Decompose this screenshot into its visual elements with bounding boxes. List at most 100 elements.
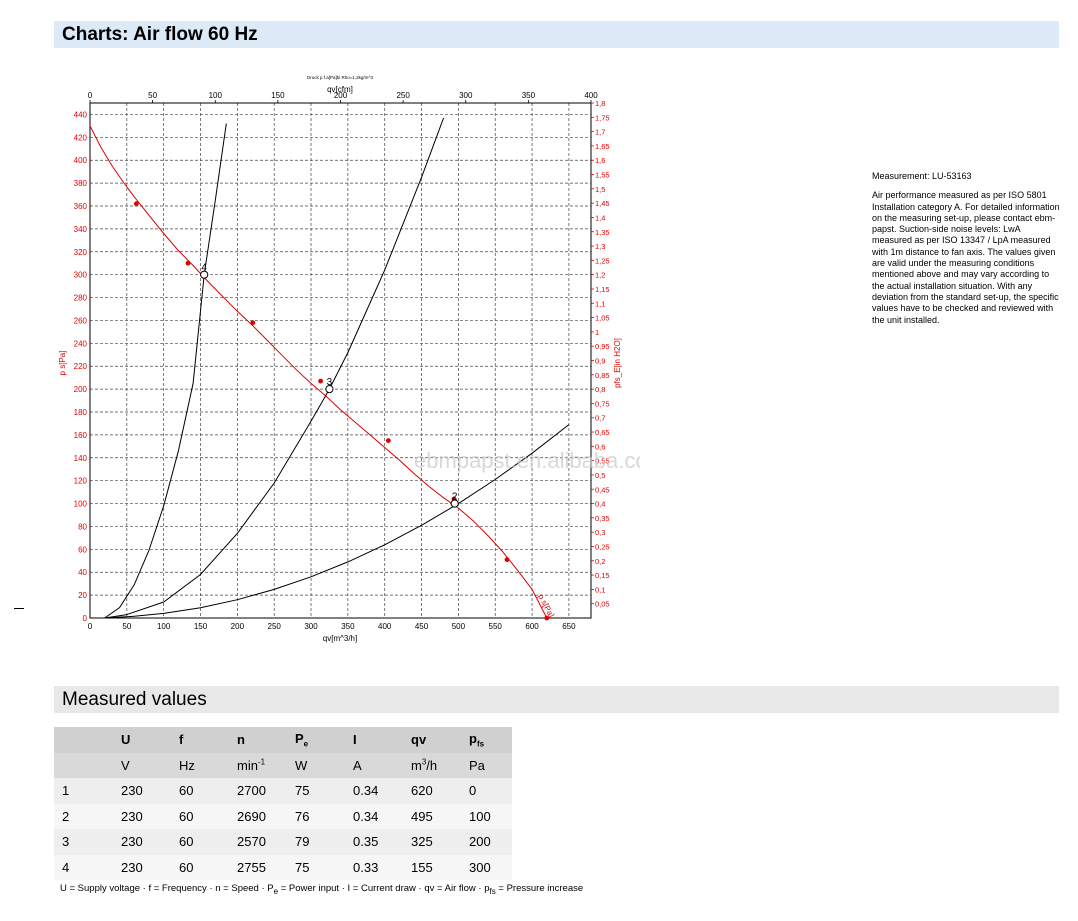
operating-point-label: 4 bbox=[201, 263, 207, 274]
y-right-tick-label: 0,3 bbox=[595, 528, 605, 537]
table-cell: 620 bbox=[403, 778, 461, 804]
y-tick-label: 200 bbox=[74, 385, 88, 394]
series-marker bbox=[318, 378, 324, 384]
y-tick-label: 320 bbox=[74, 248, 88, 257]
power-symbol: Pe bbox=[295, 730, 309, 749]
measurement-description: Air performance measured as per ISO 5801… bbox=[872, 190, 1060, 325]
table-cell: 155 bbox=[403, 854, 461, 880]
series-marker bbox=[134, 201, 139, 207]
table-cell: 325 bbox=[403, 829, 461, 855]
y-right-tick-label: 0,15 bbox=[595, 571, 610, 580]
y-tick-label: 220 bbox=[74, 362, 88, 371]
table-cell: 2755 bbox=[229, 854, 287, 880]
measurement-id: Measurement: LU-53163 bbox=[872, 171, 972, 181]
y-right-tick-label: 1,5 bbox=[595, 185, 605, 194]
table-cell: 75 bbox=[287, 778, 345, 804]
y-right-tick-label: 1,1 bbox=[595, 299, 605, 308]
unit-cell bbox=[54, 752, 113, 778]
unit-cell: Hz bbox=[171, 752, 229, 778]
x-tick-label: 100 bbox=[157, 622, 171, 631]
x-tick-label: 150 bbox=[194, 622, 208, 631]
y-right-tick-label: 0,4 bbox=[595, 500, 605, 509]
y-right-tick-label: 1,2 bbox=[595, 271, 605, 280]
x-top-tick-label: 0 bbox=[88, 91, 93, 100]
x-tick-label: 450 bbox=[415, 622, 429, 631]
x-top-tick-label: 150 bbox=[271, 91, 285, 100]
table-cell: 60 bbox=[171, 778, 229, 804]
series-marker bbox=[385, 438, 391, 444]
chart-caption: Druck p f.a[Pa]bi Rho=1,2kg/m^3 bbox=[307, 75, 374, 80]
operating-point-label: 3 bbox=[327, 377, 333, 388]
table-cell: 2690 bbox=[229, 803, 287, 829]
measured-section-title: Measured values bbox=[62, 689, 207, 710]
unit-cell: Pa bbox=[461, 752, 512, 778]
x-tick-label: 650 bbox=[562, 622, 576, 631]
chart-grid bbox=[90, 103, 591, 618]
measured-values-table: U f n Pe I qv pfs V Hz min-1 W A m3/h Pa… bbox=[54, 727, 512, 880]
y-tick-label: 40 bbox=[78, 568, 87, 577]
unit-cell: min-1 bbox=[229, 752, 287, 778]
y-right-tick-label: 1,35 bbox=[595, 228, 610, 237]
series-line bbox=[89, 125, 548, 619]
y-right-tick-label: 1,55 bbox=[595, 171, 610, 180]
table-cell: 200 bbox=[461, 829, 512, 855]
flow-unit: m3/h bbox=[411, 757, 438, 773]
y-axis-label: p s[Pa] bbox=[58, 351, 67, 376]
y-right-tick-label: 0,8 bbox=[595, 385, 605, 394]
x-tick-label: 600 bbox=[525, 622, 539, 631]
y-right-tick-label: 0,2 bbox=[595, 557, 605, 566]
y-right-tick-label: 0,75 bbox=[595, 399, 610, 408]
table-cell: 79 bbox=[287, 829, 345, 855]
y-tick-label: 20 bbox=[78, 591, 87, 600]
x-tick-label: 500 bbox=[452, 622, 466, 631]
chart-axes bbox=[89, 102, 592, 619]
y-right-tick-label: 1,45 bbox=[595, 199, 610, 208]
header-cell: n bbox=[229, 727, 287, 753]
table-cell: 2 bbox=[54, 803, 113, 829]
table-cell: 60 bbox=[171, 829, 229, 855]
y-right-tick-label: 0,25 bbox=[595, 542, 610, 551]
x-tick-label: 250 bbox=[268, 622, 282, 631]
table-units-row: V Hz min-1 W A m3/h Pa bbox=[54, 752, 512, 778]
y-right-tick-label: 1 bbox=[595, 328, 599, 337]
series-marker bbox=[185, 260, 191, 266]
y-tick-label: 380 bbox=[74, 179, 88, 188]
x-tick-label: 0 bbox=[88, 622, 93, 631]
table-cell: 0.34 bbox=[345, 778, 403, 804]
chart-series bbox=[89, 117, 570, 621]
y-tick-label: 400 bbox=[74, 156, 88, 165]
air-flow-chart: 0 50 100 150 200 250 300 350 400 450 500 550 600 6500… bbox=[58, 75, 640, 643]
operating-point-label: 2 bbox=[452, 492, 458, 503]
abbreviation-legend: U = Supply voltage · f = Frequency · n =… bbox=[60, 883, 583, 896]
table-cell: 1 bbox=[54, 778, 113, 804]
x-tick-label: 400 bbox=[378, 622, 392, 631]
series-marker bbox=[504, 557, 510, 563]
header-cell: Pe bbox=[287, 727, 345, 753]
table-body: 1 230 60 2700 75 0.34 620 0 2 230 60 2690 76 0.34 495 1… bbox=[54, 778, 512, 880]
table-row: 1 230 60 2700 75 0.34 620 0 bbox=[54, 778, 512, 804]
y-tick-label: 420 bbox=[74, 133, 88, 142]
table-row: 4 230 60 2755 75 0.33 155 300 bbox=[54, 854, 512, 880]
y-tick-label: 240 bbox=[74, 339, 88, 348]
table-cell: 2570 bbox=[229, 829, 287, 855]
y-right-tick-label: 0,9 bbox=[595, 357, 605, 366]
x-top-axis-label: qv[cfm] bbox=[327, 85, 353, 94]
y-right-tick-label: 0,65 bbox=[595, 428, 610, 437]
header-cell: pfs bbox=[461, 727, 512, 753]
series-marker bbox=[250, 320, 256, 326]
curve-label: p s[Pa] bbox=[536, 593, 556, 619]
x-tick-label: 550 bbox=[489, 622, 503, 631]
table-cell: 0.33 bbox=[345, 854, 403, 880]
watermark: ebmpapst.en.alibaba.com bbox=[414, 448, 640, 473]
header-cell: I bbox=[345, 727, 403, 753]
table-cell: 0.34 bbox=[345, 803, 403, 829]
y-right-tick-label: 0,35 bbox=[595, 514, 610, 523]
y-right-tick-label: 0,1 bbox=[595, 585, 605, 594]
table-cell: 75 bbox=[287, 854, 345, 880]
table-cell: 2700 bbox=[229, 778, 287, 804]
x-tick-label: 300 bbox=[304, 622, 318, 631]
table-cell: 0.35 bbox=[345, 829, 403, 855]
y-tick-label: 60 bbox=[78, 545, 87, 554]
header-cell: f bbox=[171, 727, 229, 753]
y-tick-label: 300 bbox=[74, 271, 88, 280]
